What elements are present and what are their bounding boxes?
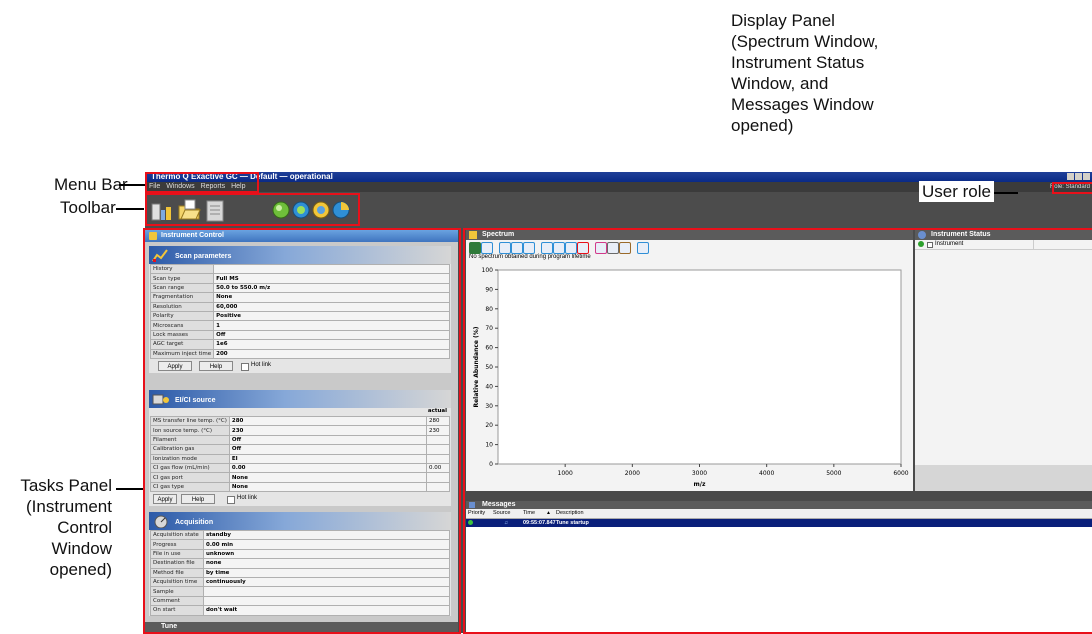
user-role-leader: [994, 192, 1018, 194]
menu-bar-highlight: [145, 172, 259, 193]
display-panel-highlight: [463, 228, 1092, 634]
display-panel-line: Instrument Status: [731, 53, 865, 72]
tasks-panel-line: (Instrument: [26, 497, 112, 516]
toolbar-leader: [116, 208, 144, 210]
tasks-panel-line: Control: [57, 518, 112, 537]
user-role-highlight: [1052, 182, 1092, 194]
tasks-panel-line: Window: [51, 539, 112, 558]
tasks-panel-callout: Tasks Panel (Instrument Control Window o…: [0, 475, 112, 580]
display-panel-line: Messages Window: [731, 95, 874, 114]
toolbar-callout: Toolbar: [60, 198, 116, 217]
display-panel-line: Display Panel: [731, 11, 835, 30]
user-role-label: User role: [922, 182, 991, 201]
menu-bar-callout: Menu Bar: [54, 175, 128, 194]
tasks-panel-leader: [116, 488, 144, 490]
display-panel-line: Window, and: [731, 74, 829, 93]
tasks-panel-line: opened): [49, 560, 112, 579]
minimize-icon[interactable]: [1067, 173, 1074, 180]
tasks-panel-highlight: [143, 228, 461, 634]
display-panel-callout: Display Panel (Spectrum Window, Instrume…: [731, 10, 931, 136]
window-controls[interactable]: [1067, 173, 1090, 180]
toolbar-highlight: [145, 193, 360, 226]
menu-bar-leader: [119, 184, 147, 186]
tasks-panel-line: Tasks Panel: [20, 476, 112, 495]
user-role-callout: User role: [919, 181, 994, 202]
display-panel-line: (Spectrum Window,: [731, 32, 879, 51]
display-panel-line: opened): [731, 116, 794, 135]
close-icon[interactable]: [1083, 173, 1090, 180]
maximize-icon[interactable]: [1075, 173, 1082, 180]
